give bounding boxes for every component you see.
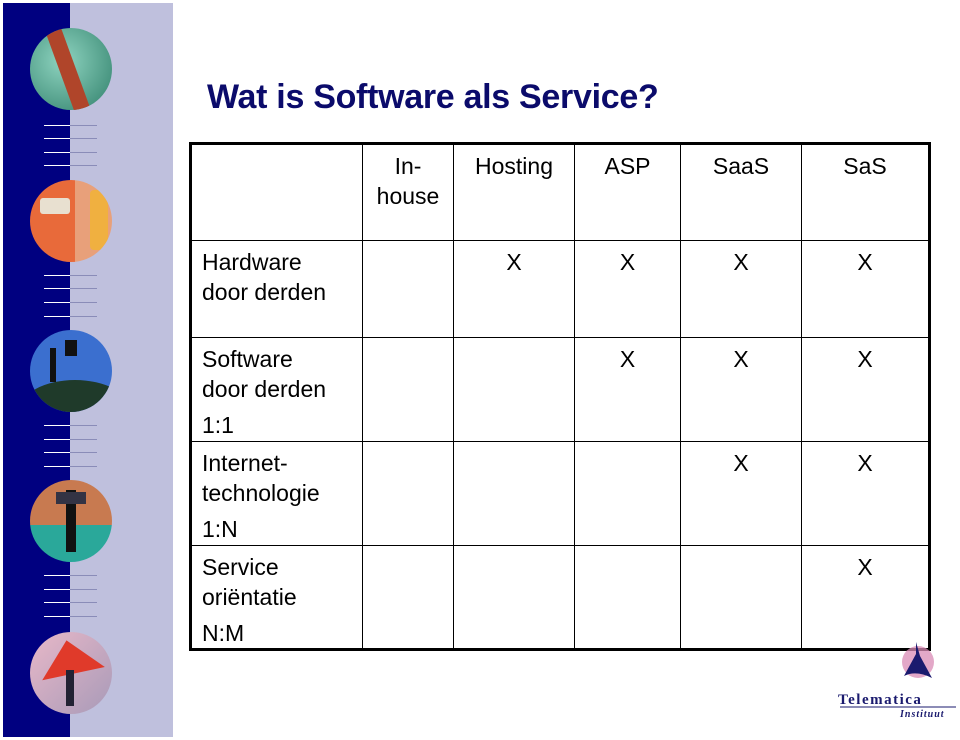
column-header-inhouse: In- house [362,143,454,241]
row-header: Service oriëntatie N:M [190,545,363,650]
row-label-line: Service [202,554,279,580]
mark-cell [574,441,681,546]
row-label-line: Internet- [202,450,288,476]
table-row: Internet- technologie 1:N X X [190,441,930,546]
mark-cell: X [801,441,930,546]
table-row: Service oriëntatie N:M X [190,545,930,650]
mark-cell: X [574,240,681,338]
mark-cell [362,337,454,442]
mark-cell: X [680,240,802,338]
logo-name: Telematica [838,692,922,708]
row-ratio: N:M [202,620,245,646]
artist-easel-photo [30,330,112,412]
comparison-table: In- house Hosting ASP SaaS SaS Hardware … [189,142,931,651]
header-row: In- house Hosting ASP SaaS SaS [190,143,930,241]
man-with-book-photo [30,480,112,562]
slide-title: Wat is Software als Service? [207,78,659,116]
mark-cell [453,337,575,442]
man-lifting-triangle-photo [30,632,112,714]
mark-cell [362,240,454,338]
row-header: Internet- technologie 1:N [190,441,363,546]
row-ratio: 1:1 [202,412,234,438]
row-label-line: Hardware [202,249,302,275]
table-row: Software door derden 1:1 X X X [190,337,930,442]
mark-cell: X [574,337,681,442]
column-header-saas: SaaS [680,143,802,241]
column-header-line: In- [394,153,422,179]
row-label-line: oriëntatie [202,584,297,610]
telematica-emblem-icon: Telematica Instituut [838,642,956,720]
mark-cell: X [680,441,802,546]
mark-cell [680,545,802,650]
column-header-line: house [376,183,440,209]
mark-cell [362,441,454,546]
corner-cell [190,143,363,241]
mark-cell [362,545,454,650]
mark-cell [453,545,575,650]
mark-cell: X [801,545,930,650]
mark-cell: X [801,337,930,442]
mark-cell: X [801,240,930,338]
network-plug-photo [30,180,112,262]
row-label-line: technologie [202,480,320,506]
column-header-asp: ASP [574,143,681,241]
telematica-logo: Telematica Instituut [836,640,958,720]
row-label-line: door derden [202,376,327,402]
row-header: Hardware door derden [190,240,363,338]
mark-cell: X [680,337,802,442]
row-header: Software door derden 1:1 [190,337,363,442]
cable-rope-photo [30,28,112,110]
mark-cell [453,441,575,546]
row-label-line: door derden [202,279,327,305]
column-header-hosting: Hosting [453,143,575,241]
table-row: Hardware door derden X X X X [190,240,930,338]
mark-cell: X [453,240,575,338]
row-label-line: Software [202,346,293,372]
mark-cell [574,545,681,650]
row-ratio: 1:N [202,516,238,542]
column-header-sas: SaS [801,143,930,241]
logo-subname: Instituut [899,709,945,720]
